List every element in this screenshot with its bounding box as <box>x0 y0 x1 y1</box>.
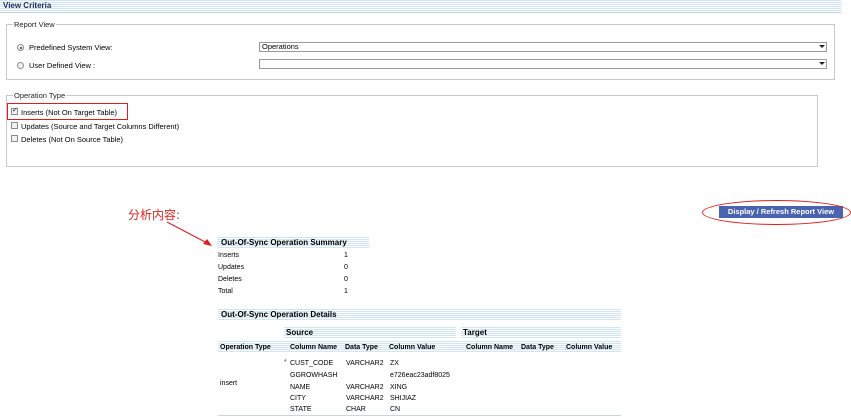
col-target-column-name: Column Name <box>466 344 514 351</box>
row-column-value: CN <box>390 406 401 413</box>
user-defined-view-select[interactable] <box>259 59 827 69</box>
target-label: Target <box>463 328 487 337</box>
col-operation-type: Operation Type <box>220 344 271 351</box>
row-data-type: VARCHAR2 <box>346 360 384 367</box>
summary-label-inserts: Inserts <box>218 252 240 259</box>
row-column-name: CUST_CODE <box>290 360 334 367</box>
predefined-view-value: Operations <box>262 42 299 51</box>
summary-value-inserts: 1 <box>344 252 348 259</box>
view-criteria-header: View Criteria <box>0 0 841 13</box>
chevron-down-icon <box>819 45 825 48</box>
row-column-value: XING <box>390 384 408 391</box>
table-bottom-divider <box>218 415 621 416</box>
summary-label-updates: Updates <box>218 264 245 271</box>
col-target-data-type: Data Type <box>521 344 554 351</box>
predefined-view-label: Predefined System View: <box>29 43 113 52</box>
col-target-column-value: Column Value <box>566 344 613 351</box>
row-column-name: CITY <box>290 395 306 402</box>
row-column-name: NAME <box>290 384 311 391</box>
col-source-column-value: Column Value <box>389 344 436 351</box>
row-column-value: SHIJIAZ <box>390 395 417 402</box>
predefined-view-radio[interactable] <box>17 44 24 51</box>
details-title: Out-Of-Sync Operation Details <box>221 310 337 319</box>
key-marker: * <box>284 359 287 366</box>
report-view-legend: Report View <box>14 20 55 29</box>
row-column-value: ZX <box>390 360 399 367</box>
user-defined-view-label: User Defined View : <box>29 61 96 70</box>
page-title: View Criteria <box>3 1 52 10</box>
updates-checkbox[interactable] <box>11 122 18 129</box>
row-data-type: VARCHAR2 <box>346 384 384 391</box>
operation-value: insert <box>220 380 238 387</box>
deletes-checkbox[interactable] <box>11 135 18 142</box>
inserts-highlight-box <box>7 103 128 120</box>
row-column-name: STATE <box>290 406 312 413</box>
operation-type-legend: Operation Type <box>14 91 66 100</box>
source-label: Source <box>286 328 314 337</box>
row-column-name: GGROWHASH <box>290 372 338 379</box>
col-source-data-type: Data Type <box>345 344 378 351</box>
details-header: Out-Of-Sync Operation Details <box>218 309 621 321</box>
user-defined-view-radio[interactable] <box>17 62 24 69</box>
col-source-column-name: Column Name <box>290 344 338 351</box>
row-column-value: e726eac23adf8025 <box>390 372 450 379</box>
summary-value-updates: 0 <box>344 264 348 271</box>
summary-label-deletes: Deletes <box>218 276 242 283</box>
deletes-label: Deletes (Not On Source Table) <box>21 135 123 144</box>
source-header: Source <box>284 327 456 338</box>
row-data-type: CHAR <box>346 406 366 413</box>
summary-label-total: Total <box>218 288 233 295</box>
refresh-highlight-ellipse <box>702 200 851 225</box>
target-header: Target <box>461 327 621 338</box>
row-data-type: VARCHAR2 <box>346 395 384 402</box>
annotation-arrow-icon <box>166 221 212 246</box>
summary-value-total: 1 <box>344 288 348 295</box>
chevron-down-icon <box>819 62 825 65</box>
summary-header: Out-Of-Sync Operation Summary <box>217 237 369 249</box>
summary-title: Out-Of-Sync Operation Summary <box>221 238 347 247</box>
predefined-view-select[interactable]: Operations <box>259 42 827 52</box>
summary-value-deletes: 0 <box>344 276 348 283</box>
updates-label: Updates (Source and Target Columns Diffe… <box>21 122 180 131</box>
